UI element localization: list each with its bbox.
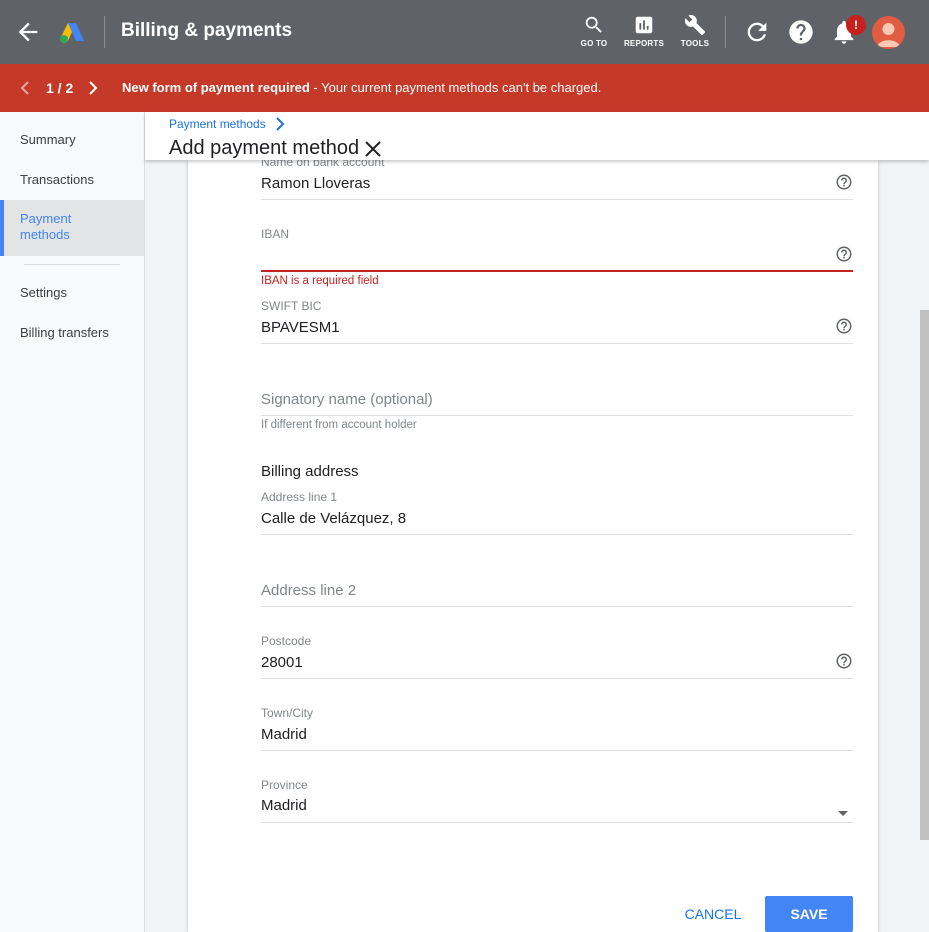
chevron-right-icon[interactable] bbox=[86, 80, 100, 96]
province-value: Madrid bbox=[261, 797, 307, 814]
sidebar-item-transactions[interactable]: Transactions bbox=[0, 172, 144, 187]
address-line2-field[interactable]: Address line 2 bbox=[261, 555, 853, 607]
reports-button[interactable]: REPORTS bbox=[620, 12, 668, 56]
alert-message: New form of payment required - Your curr… bbox=[122, 80, 601, 95]
dropdown-arrow-icon bbox=[837, 805, 849, 816]
city-label: Town/City bbox=[261, 706, 314, 720]
postcode-field[interactable]: Postcode 28001 bbox=[261, 627, 853, 679]
goto-label: GO TO bbox=[580, 39, 608, 48]
sidebar-item-payment-methods[interactable]: Payment methods bbox=[0, 200, 144, 256]
search-icon bbox=[585, 16, 602, 33]
cancel-button[interactable]: CANCEL bbox=[676, 896, 750, 932]
save-button[interactable]: SAVE bbox=[765, 896, 853, 932]
app-title: Billing & payments bbox=[121, 20, 293, 41]
postcode-label: Postcode bbox=[261, 634, 312, 648]
city-value: Madrid bbox=[261, 726, 307, 743]
google-ads-logo-icon bbox=[58, 18, 86, 46]
help-circle-icon[interactable] bbox=[835, 317, 853, 335]
help-icon[interactable] bbox=[787, 18, 815, 46]
top-bar: Billing & payments GO TO REPORTS TOOLS ! bbox=[0, 0, 929, 64]
iban-label: IBAN bbox=[261, 227, 290, 241]
tools-button[interactable]: TOOLS bbox=[671, 12, 719, 56]
address-line1-label: Address line 1 bbox=[261, 490, 338, 504]
iban-field[interactable]: IBAN bbox=[261, 220, 853, 272]
address-line1-value: Calle de Velázquez, 8 bbox=[261, 510, 407, 527]
swift-field[interactable]: SWIFT BIC BPAVESM1 bbox=[261, 292, 853, 344]
payment-form-card: Name on bank account Ramon Lloveras IBAN… bbox=[188, 155, 878, 932]
sidebar-divider bbox=[24, 264, 120, 265]
province-label: Province bbox=[261, 778, 308, 792]
scrollbar-thumb[interactable] bbox=[920, 310, 929, 840]
sidebar-item-settings[interactable]: Settings bbox=[0, 285, 144, 300]
breadcrumb-chevron-icon bbox=[273, 116, 287, 132]
signatory-hint: If different from account holder bbox=[261, 419, 417, 431]
signatory-placeholder: Signatory name (optional) bbox=[261, 391, 433, 408]
notification-badge: ! bbox=[846, 15, 866, 35]
city-field[interactable]: Town/City Madrid bbox=[261, 699, 853, 751]
billing-address-title: Billing address bbox=[261, 463, 359, 480]
signatory-field[interactable]: Signatory name (optional) bbox=[261, 364, 853, 416]
refresh-icon[interactable] bbox=[743, 18, 771, 46]
iban-error-message: IBAN is a required field bbox=[261, 275, 379, 287]
province-select[interactable]: Province Madrid bbox=[261, 771, 853, 823]
breadcrumb-payment-methods[interactable]: Payment methods bbox=[169, 117, 266, 131]
sidebar-item-summary[interactable]: Summary bbox=[0, 132, 144, 147]
postcode-value: 28001 bbox=[261, 654, 303, 671]
payment-alert-banner: 1 / 2 New form of payment required - You… bbox=[0, 64, 929, 112]
sidebar-item-label: Payment methods bbox=[20, 211, 72, 242]
alert-counter: 1 / 2 bbox=[46, 80, 74, 96]
sidebar: Summary Transactions Payment methods Set… bbox=[0, 112, 145, 932]
alert-title: New form of payment required bbox=[122, 80, 310, 95]
title-divider bbox=[104, 16, 105, 48]
swift-label: SWIFT BIC bbox=[261, 299, 322, 313]
reports-label: REPORTS bbox=[623, 39, 665, 48]
address-line1-field[interactable]: Address line 1 Calle de Velázquez, 8 bbox=[261, 483, 853, 535]
bar-chart-icon bbox=[635, 16, 653, 34]
goto-button[interactable]: GO TO bbox=[570, 12, 618, 56]
wrench-icon bbox=[684, 15, 706, 36]
help-circle-icon[interactable] bbox=[835, 245, 853, 263]
tools-label: TOOLS bbox=[680, 39, 710, 48]
page-header: Payment methods Add payment method bbox=[145, 112, 929, 160]
chevron-left-icon[interactable] bbox=[18, 80, 32, 96]
back-arrow-icon[interactable] bbox=[14, 18, 42, 46]
page-title: Add payment method bbox=[169, 137, 360, 159]
alert-body: - Your current payment methods can't be … bbox=[309, 80, 602, 95]
tools-divider bbox=[725, 16, 726, 48]
account-name-value: Ramon Lloveras bbox=[261, 175, 371, 192]
help-circle-icon[interactable] bbox=[835, 173, 853, 191]
sidebar-item-billing-transfers[interactable]: Billing transfers bbox=[0, 325, 144, 340]
close-icon[interactable] bbox=[363, 139, 383, 159]
account-avatar[interactable] bbox=[872, 16, 905, 49]
help-circle-icon[interactable] bbox=[835, 652, 853, 670]
swift-value: BPAVESM1 bbox=[261, 319, 340, 336]
address-line2-placeholder: Address line 2 bbox=[261, 582, 357, 599]
